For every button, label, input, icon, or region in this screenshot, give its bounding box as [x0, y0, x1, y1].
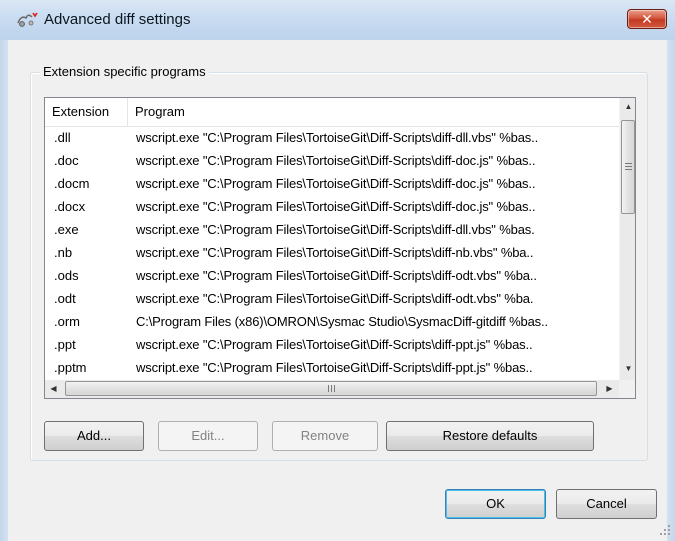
- ok-button[interactable]: OK: [445, 489, 546, 519]
- program-cell: wscript.exe "C:\Program Files\TortoiseGi…: [136, 153, 536, 168]
- extension-cell: .doc: [54, 153, 79, 168]
- extension-cell: .dll: [54, 130, 71, 145]
- program-cell: wscript.exe "C:\Program Files\TortoiseGi…: [136, 291, 534, 306]
- list-item[interactable]: .exe wscript.exe "C:\Program Files\Torto…: [45, 219, 619, 242]
- horizontal-scrollbar[interactable]: ◀ ▶: [45, 380, 619, 398]
- chevron-left-icon: ◀: [50, 384, 57, 393]
- add-button[interactable]: Add...: [44, 421, 144, 451]
- vertical-scroll-thumb[interactable]: [621, 120, 635, 214]
- chevron-up-icon: ▲: [624, 102, 633, 111]
- groupbox-label: Extension specific programs: [40, 64, 209, 79]
- extension-cell: .ppt: [54, 337, 76, 352]
- extension-cell: .docm: [54, 176, 90, 191]
- extension-cell: .ods: [54, 268, 79, 283]
- scroll-right-button[interactable]: ▶: [601, 380, 618, 398]
- extension-cell: .odt: [54, 291, 76, 306]
- list-item[interactable]: .docm wscript.exe "C:\Program Files\Tort…: [45, 173, 619, 196]
- list-header: Extension Program: [45, 98, 619, 127]
- list-item[interactable]: .orm C:\Program Files (x86)\OMRON\Sysmac…: [45, 311, 619, 334]
- program-cell: wscript.exe "C:\Program Files\TortoiseGi…: [136, 130, 539, 145]
- program-cell: wscript.exe "C:\Program Files\TortoiseGi…: [136, 268, 537, 283]
- list-item[interactable]: .ppt wscript.exe "C:\Program Files\Torto…: [45, 334, 619, 357]
- close-button[interactable]: ✕: [627, 9, 667, 29]
- resize-grip-icon[interactable]: [658, 523, 672, 537]
- scroll-left-button[interactable]: ◀: [45, 380, 62, 398]
- close-icon: ✕: [641, 11, 653, 27]
- program-cell: C:\Program Files (x86)\OMRON\Sysmac Stud…: [136, 314, 548, 329]
- grip-line: [625, 169, 632, 170]
- edit-button[interactable]: Edit...: [158, 421, 258, 451]
- grip-line: [328, 385, 329, 392]
- horizontal-scroll-thumb[interactable]: [65, 381, 597, 396]
- dialog-client-area: Extension specific programs Extension Pr…: [8, 40, 670, 541]
- extension-cell: .exe: [54, 222, 79, 237]
- list-rows: .dll wscript.exe "C:\Program Files\Torto…: [45, 127, 619, 380]
- vertical-scrollbar[interactable]: ▲ ▼: [619, 98, 635, 380]
- grip-line: [331, 385, 332, 392]
- window-frame-right: [667, 40, 675, 541]
- grip-line: [334, 385, 335, 392]
- chevron-down-icon: ▼: [624, 364, 633, 373]
- scrollbar-corner: [619, 380, 635, 398]
- list-item[interactable]: .doc wscript.exe "C:\Program Files\Torto…: [45, 150, 619, 173]
- advanced-diff-settings-dialog: Advanced diff settings ✕ Extension speci…: [0, 0, 675, 541]
- column-header-extension[interactable]: Extension: [45, 98, 128, 126]
- grip-line: [625, 166, 632, 167]
- tortoisegit-diff-icon: [16, 11, 38, 29]
- program-cell: wscript.exe "C:\Program Files\TortoiseGi…: [136, 199, 536, 214]
- cancel-button[interactable]: Cancel: [556, 489, 657, 519]
- column-header-program[interactable]: Program: [128, 98, 619, 126]
- list-item[interactable]: .docx wscript.exe "C:\Program Files\Tort…: [45, 196, 619, 219]
- chevron-right-icon: ▶: [606, 384, 613, 393]
- restore-defaults-button[interactable]: Restore defaults: [386, 421, 594, 451]
- extension-programs-list[interactable]: Extension Program .dll wscript.exe "C:\P…: [44, 97, 636, 399]
- program-cell: wscript.exe "C:\Program Files\TortoiseGi…: [136, 245, 534, 260]
- scroll-up-button[interactable]: ▲: [620, 98, 635, 115]
- title-bar[interactable]: Advanced diff settings ✕: [0, 0, 675, 41]
- list-item[interactable]: .dll wscript.exe "C:\Program Files\Torto…: [45, 127, 619, 150]
- window-title: Advanced diff settings: [44, 11, 191, 28]
- list-item[interactable]: .pptm wscript.exe "C:\Program Files\Tort…: [45, 357, 619, 380]
- extension-cell: .docx: [54, 199, 86, 214]
- remove-button[interactable]: Remove: [272, 421, 378, 451]
- program-cell: wscript.exe "C:\Program Files\TortoiseGi…: [136, 176, 536, 191]
- program-cell: wscript.exe "C:\Program Files\TortoiseGi…: [136, 222, 535, 237]
- scroll-down-button[interactable]: ▼: [620, 360, 635, 377]
- program-cell: wscript.exe "C:\Program Files\TortoiseGi…: [136, 360, 533, 375]
- extension-cell: .nb: [54, 245, 73, 260]
- list-item[interactable]: .nb wscript.exe "C:\Program Files\Tortoi…: [45, 242, 619, 265]
- extension-cell: .orm: [54, 314, 80, 329]
- extension-cell: .pptm: [54, 360, 87, 375]
- list-item[interactable]: .odt wscript.exe "C:\Program Files\Torto…: [45, 288, 619, 311]
- grip-line: [625, 163, 632, 164]
- list-item[interactable]: .ods wscript.exe "C:\Program Files\Torto…: [45, 265, 619, 288]
- program-cell: wscript.exe "C:\Program Files\TortoiseGi…: [136, 337, 533, 352]
- window-frame-left: [0, 40, 8, 541]
